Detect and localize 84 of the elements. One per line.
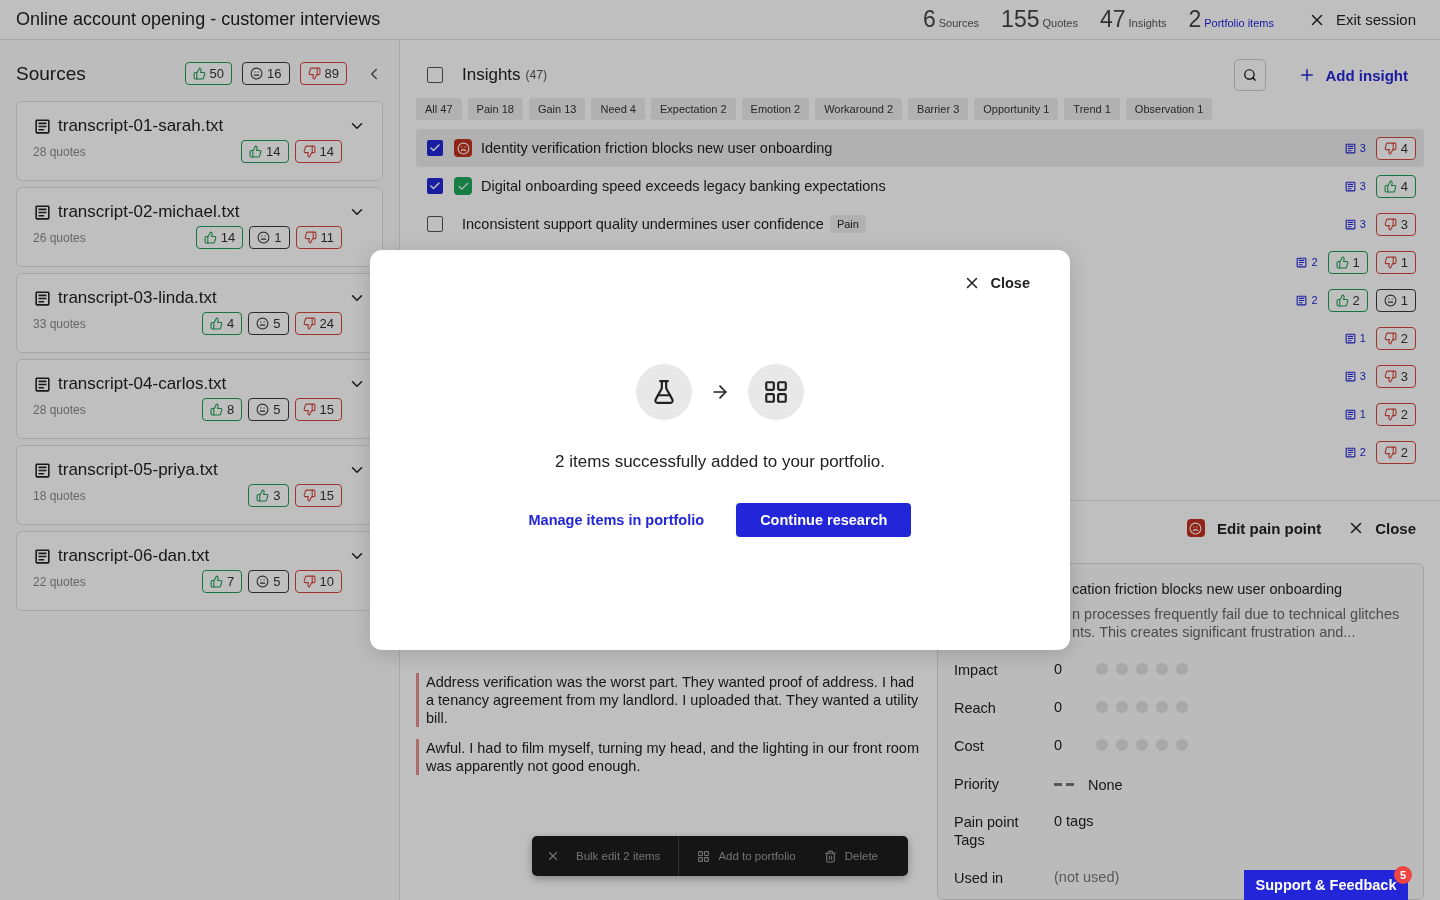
count-badge: 2 — [1327, 288, 1368, 312]
quote-count: 22 quotes — [33, 574, 87, 589]
count-badge: 14 — [241, 140, 289, 163]
count-badge: 4 — [202, 312, 243, 335]
count-badge: 24 — [294, 312, 342, 335]
field-label: Pain point Tags — [954, 813, 1020, 849]
stat-label: Insights — [1128, 17, 1167, 29]
quote-count: 33 quotes — [33, 316, 87, 331]
quote-count: 18 quotes — [33, 488, 87, 503]
count-badge: 50 — [184, 62, 233, 85]
count-badge: 5 — [248, 312, 289, 335]
quote-count: 2 — [1343, 445, 1366, 459]
quote-count: 2 — [1295, 293, 1318, 307]
quote-count: 3 — [1343, 141, 1366, 155]
count-badge: 7 — [202, 570, 243, 593]
description-text: nts. This creates significant frustration and... — [1072, 623, 1357, 641]
score-value: 0 — [1054, 737, 1064, 753]
quote-count: 28 quotes — [33, 402, 87, 417]
stat-label: Quotes — [1042, 17, 1078, 29]
field-label: Used in — [954, 869, 1005, 887]
stat-value: 155 — [1001, 6, 1040, 33]
count-badge: 11 — [295, 226, 342, 249]
count-badge: 89 — [299, 62, 347, 85]
count-badge: 1 — [1375, 288, 1416, 312]
count-badge: 2 — [1375, 440, 1416, 464]
count-badge: 2 — [1375, 326, 1416, 350]
source-name: transcript-01-sarah.txt — [58, 116, 225, 136]
source-name: transcript-03-linda.txt — [58, 288, 218, 308]
count-badge: 14 — [294, 140, 342, 163]
page-title: Online account opening - customer interviews — [16, 9, 382, 30]
insight-title: Inconsistent support quality undermines user confidence — [462, 216, 824, 232]
score-value: 0 — [1054, 699, 1064, 715]
count-badge: 3 — [1375, 364, 1416, 388]
field-label: Cost — [954, 737, 985, 755]
stat-label: Sources — [938, 17, 980, 29]
insights-count: (47) — [525, 68, 548, 82]
count-badge: 1 — [249, 226, 290, 249]
count-badge: 15 — [294, 484, 342, 507]
quote-count: 3 — [1343, 369, 1366, 383]
count-badge: 3 — [248, 484, 289, 507]
priority-value: None — [1088, 777, 1123, 793]
insight-title: Identity verification friction blocks new user onboarding — [481, 140, 833, 156]
quote-count: 28 quotes — [33, 144, 87, 159]
source-name: transcript-02-michael.txt — [58, 202, 241, 222]
stat-value: 6 — [922, 6, 936, 33]
score-value: 0 — [1054, 661, 1064, 677]
sources-heading: Sources — [16, 62, 87, 85]
description-text: n processes frequently fail due to technical glitches — [1072, 605, 1401, 623]
stat-value: 47 — [1099, 6, 1126, 33]
count-badge: 2 — [1375, 402, 1416, 426]
quote-count: 26 quotes — [33, 230, 87, 245]
count-badge: 3 — [1375, 212, 1416, 236]
count-badge: 5 — [248, 570, 289, 593]
success-message: 2 items successfully added to your portfolio. — [555, 452, 885, 472]
field-value: 0 tags — [1054, 813, 1094, 829]
source-name: transcript-06-dan.txt — [58, 546, 211, 566]
quote-text: Awful. I had to film myself, turning my head, and the lighting in our front room was apparently not good enough. — [416, 739, 919, 775]
panel-heading: Edit pain point — [1217, 519, 1322, 537]
count-badge: 4 — [1375, 174, 1416, 198]
type-tag: Pain — [829, 215, 866, 233]
count-badge: 14 — [195, 226, 244, 249]
insight-title: cation friction blocks new user onboarding — [1071, 581, 1343, 597]
source-name: transcript-04-carlos.txt — [58, 374, 228, 394]
quote-count: 3 — [1343, 217, 1366, 231]
count-badge: 16 — [242, 62, 290, 85]
field-label: Priority — [954, 775, 1001, 793]
count-badge: 1 — [1375, 250, 1416, 274]
count-badge: 1 — [1327, 250, 1368, 274]
count-badge: 4 — [1375, 136, 1416, 160]
quote-text: Address verification was the worst part. They wanted proof of address. I had a tenancy agreement from my landlord. I uploaded that. They wanted a utility bill. — [416, 673, 919, 727]
quote-count: 3 — [1343, 179, 1366, 193]
quote-count: 2 — [1295, 255, 1318, 269]
count-badge: 5 — [248, 398, 289, 421]
insights-heading: Insights — [462, 65, 521, 85]
field-label: Impact — [954, 661, 999, 679]
quote-count: 1 — [1343, 331, 1366, 345]
stat-value: 2 — [1188, 6, 1202, 33]
count-badge: 10 — [294, 570, 342, 593]
count-badge: 8 — [202, 398, 243, 421]
quote-count: 1 — [1343, 407, 1366, 421]
source-name: transcript-05-priya.txt — [58, 460, 219, 480]
insight-title: Digital onboarding speed exceeds legacy banking expectations — [481, 178, 886, 194]
count-badge: 15 — [294, 398, 342, 421]
field-label: Reach — [954, 699, 997, 717]
